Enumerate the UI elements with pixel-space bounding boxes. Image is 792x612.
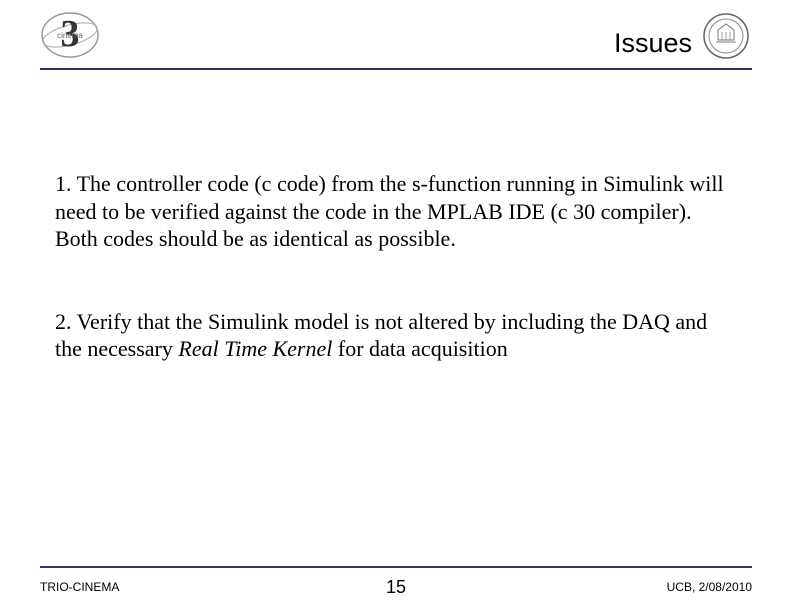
header-divider — [40, 68, 752, 70]
svg-text:cinema: cinema — [57, 31, 83, 40]
issue-2-emphasis: Real Time Kernel — [178, 336, 332, 361]
cinema-logo-icon: 3 cinema — [40, 10, 100, 60]
slide-content: 1. The controller code (c code) from the… — [0, 170, 792, 363]
slide-footer: TRIO-CINEMA 15 UCB, 2/08/2010 — [40, 580, 752, 594]
slide-number: 15 — [386, 577, 406, 598]
footer-project-name: TRIO-CINEMA — [40, 580, 119, 594]
footer-divider — [40, 566, 752, 568]
issue-2-text-suffix: for data acquisition — [332, 336, 507, 361]
slide-header: 3 cinema Issues — [0, 0, 792, 70]
issue-item-1: 1. The controller code (c code) from the… — [55, 170, 737, 253]
university-seal-icon — [702, 12, 750, 60]
footer-location-date: UCB, 2/08/2010 — [667, 580, 752, 594]
page-title: Issues — [614, 28, 692, 59]
issue-item-2: 2. Verify that the Simulink model is not… — [55, 308, 737, 363]
